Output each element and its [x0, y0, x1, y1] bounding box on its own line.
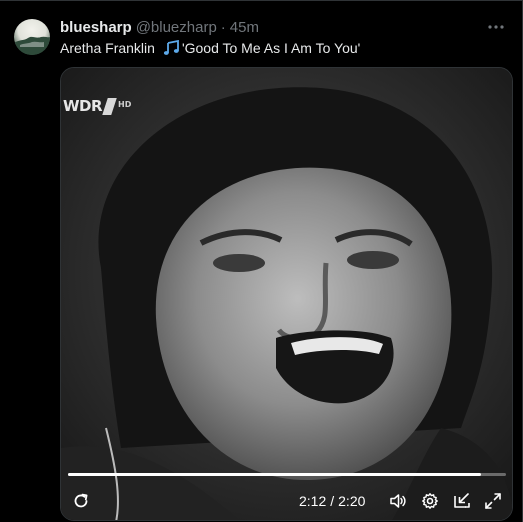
video-controls: 2:12/2:20 — [61, 486, 512, 516]
video-player[interactable]: WDR HD 2:12/2:20 — [60, 67, 513, 521]
video-duration: 2:20 — [338, 493, 366, 509]
channel-logo-badge: HD — [118, 99, 132, 109]
video-progress-fill — [68, 473, 482, 476]
fullscreen-button[interactable] — [483, 491, 503, 511]
gear-icon — [422, 493, 438, 509]
tweet-text: Aretha Franklin 'Good To Me As I Am To Y… — [60, 40, 360, 56]
more-horizontal-icon — [488, 25, 504, 29]
tweet-header: bluesharp @bluezharp · 45m — [60, 19, 259, 37]
musical-notes-icon — [163, 40, 181, 56]
volume-button[interactable] — [388, 491, 408, 511]
more-options-button[interactable] — [486, 17, 506, 37]
fullscreen-icon — [485, 493, 501, 509]
picture-in-picture-icon — [454, 493, 470, 508]
tweet-card[interactable]: bluesharp @bluezharp · 45m Aretha Frankl… — [0, 0, 523, 522]
volume-icon — [390, 494, 406, 508]
video-progress-bar[interactable] — [68, 473, 506, 476]
video-time: 2:12/2:20 — [299, 493, 365, 509]
time-separator: / — [330, 493, 335, 509]
tweet-text-artist: Aretha Franklin — [60, 40, 155, 56]
timestamp[interactable]: 45m — [230, 19, 259, 36]
avatar[interactable] — [14, 19, 50, 55]
tweet-text-song: 'Good To Me As I Am To You' — [181, 40, 361, 56]
picture-in-picture-button[interactable] — [452, 491, 472, 511]
channel-logo-mark — [102, 97, 117, 115]
display-name[interactable]: bluesharp — [60, 19, 132, 36]
video-frame — [61, 68, 512, 520]
current-time: 2:12 — [299, 493, 327, 509]
user-handle[interactable]: @bluezharp — [136, 19, 217, 36]
channel-logo: WDR HD — [63, 96, 131, 116]
settings-button[interactable] — [420, 491, 440, 511]
avatar-image — [14, 36, 50, 55]
separator-dot: · — [220, 19, 226, 36]
channel-logo-text: WDR — [63, 97, 103, 115]
replay-icon — [74, 493, 88, 508]
replay-button[interactable] — [71, 491, 91, 511]
